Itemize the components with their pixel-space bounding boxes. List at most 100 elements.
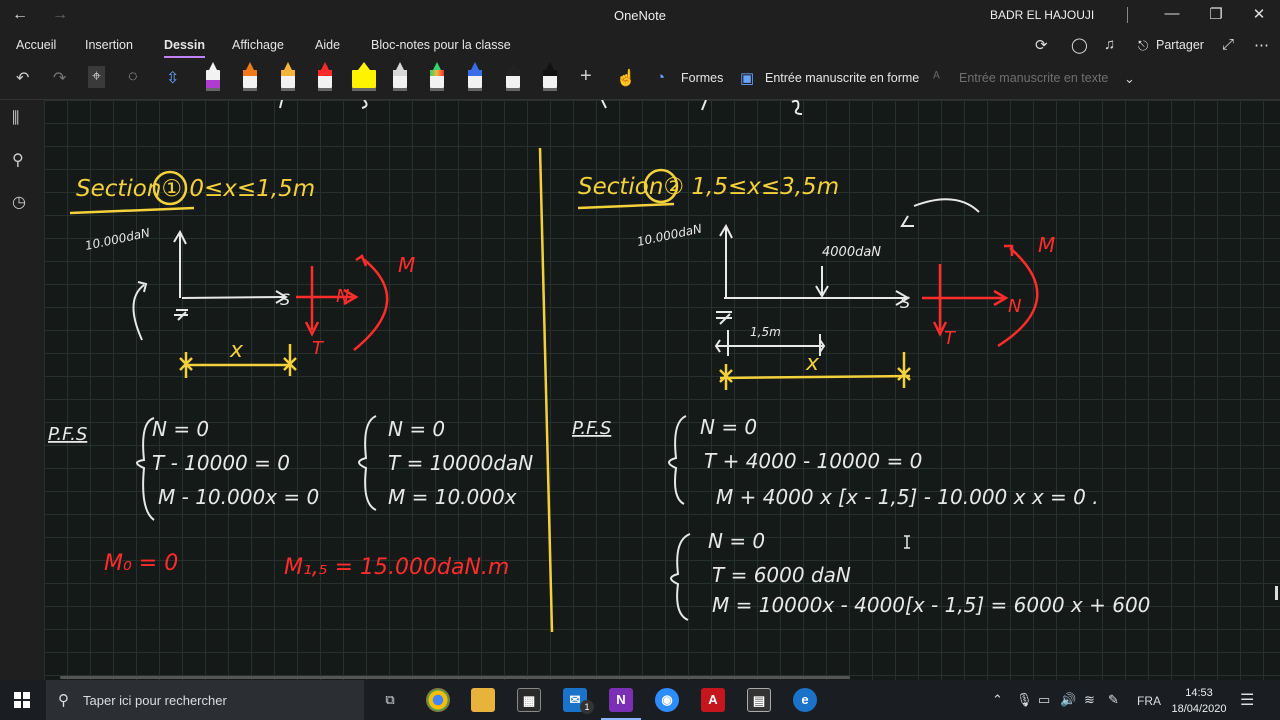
fullscreen-icon[interactable]: ⤢ — [1222, 36, 1234, 53]
lightbulb-icon[interactable]: ◯ — [1071, 36, 1088, 54]
lasso-select-icon[interactable]: ⌖ — [88, 66, 106, 88]
sync-icon[interactable]: ⟳ — [1035, 36, 1048, 54]
section-1-heading: Section① 0≤x≤1,5m — [76, 176, 315, 202]
chrome-icon[interactable] — [426, 688, 450, 712]
pfs-right-eq3: M + 4000 x [x - 1,5] - 10.000 x x = 0 . — [716, 485, 1099, 509]
clock[interactable]: 14:53 18/04/2020 — [1168, 685, 1230, 717]
file-explorer-icon[interactable] — [471, 688, 495, 712]
insert-space-icon[interactable]: ⇳ — [166, 68, 179, 88]
touch-draw-icon[interactable]: ☝ — [616, 68, 636, 88]
share-button[interactable]: Partager — [1156, 38, 1204, 52]
distance-x-right: x — [805, 351, 820, 376]
pen-galaxy[interactable] — [430, 62, 444, 94]
pfs-right-eq2: T + 4000 - 10000 = 0 — [704, 449, 922, 473]
tab-accueil[interactable]: Accueil — [16, 38, 56, 52]
clock-time: 14:53 — [1185, 687, 1213, 699]
pen-black-2[interactable] — [543, 62, 557, 94]
windows-start-icon[interactable] — [14, 692, 30, 708]
ink-to-text-button[interactable]: Entrée manuscrite en texte — [959, 71, 1108, 85]
user-name[interactable]: BADR EL HAJOUJI — [990, 8, 1094, 22]
shapes-icon: ◔ — [656, 69, 666, 86]
pfs-right-res2: T = 6000 daN — [712, 563, 851, 587]
acrobat-icon[interactable]: A — [701, 688, 725, 712]
recent-notes-icon[interactable]: ◷ — [12, 192, 26, 212]
pfs-right-eq1: N = 0 — [700, 415, 757, 439]
calculator-icon[interactable]: ▤ — [747, 688, 771, 712]
clock-date: 18/04/2020 — [1171, 703, 1227, 715]
pfs-left: P.F.S — [48, 424, 87, 445]
highlighter-yellow[interactable] — [352, 62, 376, 94]
store-icon[interactable]: ▦ — [517, 688, 541, 712]
pen-white[interactable] — [393, 62, 407, 94]
pen-red[interactable] — [318, 62, 332, 94]
search-icon: ⚲ — [58, 692, 69, 709]
page-divider — [538, 147, 554, 633]
label-n-right: N — [1008, 296, 1021, 317]
pen-blue[interactable] — [468, 62, 482, 94]
onenote-icon[interactable]: N — [601, 688, 641, 720]
pfs-right-res3: M = 10000x - 4000[x - 1,5] = 6000 x + 60… — [712, 593, 1150, 617]
title-bar: ← → OneNote BADR EL HAJOUJI — ❐ ✕ — [0, 0, 1280, 32]
note-canvas[interactable]: Section① 0≤x≤1,5m 10.000daN S x N T M P.… — [44, 100, 1280, 680]
zoom-icon[interactable]: ◉ — [655, 688, 679, 712]
navigation-sidebar: ⫼ ⚲ ◷ — [0, 100, 44, 680]
pfs-left-res2: T = 10000daN — [388, 451, 533, 475]
wifi-icon[interactable]: ≋ — [1084, 692, 1095, 708]
horizontal-scrollbar[interactable] — [60, 676, 850, 679]
pen-black[interactable] — [506, 62, 520, 94]
add-pen-icon[interactable]: + — [580, 65, 592, 88]
battery-icon[interactable]: ▭ — [1038, 692, 1050, 708]
tab-aide[interactable]: Aide — [315, 38, 340, 52]
language-indicator[interactable]: FRA — [1137, 694, 1161, 708]
tab-insertion[interactable]: Insertion — [85, 38, 133, 52]
more-options-icon[interactable]: ⋯ — [1254, 36, 1269, 54]
support-force-right: 10.000daN — [636, 222, 703, 249]
moment-m0: M₀ = 0 — [104, 551, 178, 576]
pfs-left-eq2: T - 10000 = 0 — [152, 451, 290, 475]
eraser-icon[interactable]: ◌ — [128, 68, 138, 86]
task-view-icon[interactable]: ⧉ — [378, 688, 402, 712]
tab-bloc-notes-classe[interactable]: Bloc-notes pour la classe — [371, 38, 511, 52]
ink-layer: Section① 0≤x≤1,5m 10.000daN S x N T M P.… — [48, 100, 1150, 633]
pen-yellow[interactable] — [281, 62, 295, 94]
label-m-right: M — [1038, 233, 1055, 257]
close-button[interactable]: ✕ — [1247, 5, 1271, 23]
pfs-left-eq3: M - 10.000x = 0 — [158, 485, 319, 509]
chevron-down-icon[interactable]: ⌄ — [1124, 71, 1135, 87]
search-icon[interactable]: ⚲ — [12, 150, 24, 170]
microphone-icon[interactable]: 🎙 — [1016, 692, 1033, 708]
tab-dessin[interactable]: Dessin — [164, 38, 205, 58]
label-t-left: T — [312, 338, 325, 359]
maximize-button[interactable]: ❐ — [1204, 5, 1228, 23]
title-divider — [1127, 7, 1128, 23]
undo-icon[interactable]: ↶ — [16, 68, 29, 88]
edge-icon[interactable]: e — [793, 688, 817, 712]
volume-icon[interactable]: 🔊 — [1060, 692, 1076, 708]
ink-to-text-icon: ᴬ — [933, 69, 940, 86]
section-s-left: S — [280, 290, 290, 309]
pfs-left-eq1: N = 0 — [152, 417, 209, 441]
notifications-bell-icon[interactable]: ♫ — [1104, 36, 1115, 53]
redo-icon[interactable]: ↷ — [53, 68, 66, 88]
length-15: 1,5m — [750, 325, 781, 339]
ribbon-tabs: Accueil Insertion Dessin Affichage Aide … — [0, 32, 1280, 60]
minimize-button[interactable]: — — [1160, 5, 1184, 22]
pen-purple[interactable] — [206, 62, 220, 94]
shapes-button[interactable]: Formes — [681, 71, 723, 85]
section-s-right: S — [900, 293, 910, 312]
beam-diagram-left — [132, 229, 288, 341]
pen-orange[interactable] — [243, 62, 257, 94]
notebooks-icon[interactable]: ⫼ — [12, 110, 19, 128]
action-center-icon[interactable]: ☰ — [1240, 690, 1254, 710]
vertical-scrollbar[interactable] — [1275, 586, 1278, 600]
ink-to-shape-button[interactable]: Entrée manuscrite en forme — [765, 71, 919, 85]
load-4000: 4000daN — [822, 245, 881, 260]
ink-to-shape-icon: ▣ — [740, 70, 755, 87]
taskbar-search[interactable]: ⚲ Taper ici pour rechercher — [46, 680, 364, 720]
tab-affichage[interactable]: Affichage — [232, 38, 284, 52]
tray-chevron-up-icon[interactable]: ⌃ — [992, 692, 1003, 708]
pfs-right: P.F.S — [572, 418, 611, 439]
pen-workspace-icon[interactable]: ✎ — [1108, 692, 1119, 708]
text-cursor-icon — [904, 535, 910, 549]
pfs-left-res1: N = 0 — [388, 417, 445, 441]
